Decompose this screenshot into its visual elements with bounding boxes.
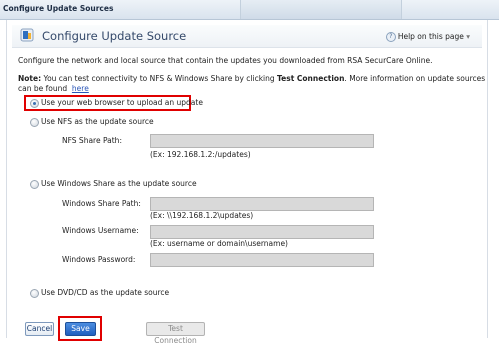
dvd-option-label[interactable]: Use DVD/CD as the update source <box>41 288 169 297</box>
page-header: Configure Update Source ? Help on this pa… <box>12 25 482 48</box>
note-test-connection-bold: Test Connection <box>277 74 345 83</box>
test-connection-button[interactable]: Test Connection <box>146 322 205 345</box>
save-button[interactable]: Save <box>65 322 96 336</box>
windows-share-path-label: Windows Share Path: <box>62 199 141 208</box>
windows-username-hint: (Ex: username or domain\username) <box>150 239 288 248</box>
window-titlebar: Configure Update Sources <box>0 0 499 20</box>
note-label: Note: <box>18 74 42 83</box>
nfs-share-path-label: NFS Share Path: <box>62 136 122 145</box>
cancel-button[interactable]: Cancel <box>25 322 54 336</box>
browser-option-label[interactable]: Use your web browser to upload an update <box>41 98 203 107</box>
windows-username-input[interactable] <box>150 225 374 239</box>
windows-password-label: Windows Password: <box>62 255 136 264</box>
nfs-share-path-hint: (Ex: 192.168.1.2:/updates) <box>150 150 251 159</box>
windows-share-path-input[interactable] <box>150 197 374 211</box>
help-label: Help on this page <box>397 32 464 41</box>
dvd-radio[interactable] <box>30 289 39 298</box>
windows-username-label: Windows Username: <box>62 226 139 235</box>
windows-password-input[interactable] <box>150 253 374 267</box>
titlebar-tab <box>240 0 402 19</box>
nfs-option-label[interactable]: Use NFS as the update source <box>41 117 154 126</box>
windows-option-label[interactable]: Use Windows Share as the update source <box>41 179 197 188</box>
page-title: Configure Update Source <box>42 29 187 43</box>
update-source-icon <box>20 28 34 42</box>
note-text-2: . More information on update sources <box>344 74 486 83</box>
windows-share-path-hint: (Ex: \\192.168.1.2\updates) <box>150 211 254 220</box>
note-line-1: Note: You can test connectivity to NFS &… <box>18 74 485 83</box>
chevron-down-icon: ▾ <box>466 32 470 41</box>
browser-radio[interactable] <box>30 99 39 108</box>
note-line-2: can be found here <box>18 84 89 93</box>
help-icon: ? <box>385 32 396 42</box>
window-title: Configure Update Sources <box>3 4 114 13</box>
note-line2-text: can be found <box>18 84 68 93</box>
help-link[interactable]: ? Help on this page ▾ <box>385 32 470 42</box>
note-text-1: You can test connectivity to NFS & Windo… <box>43 74 275 83</box>
description-text: Configure the network and local source t… <box>18 56 433 65</box>
here-link[interactable]: here <box>72 84 89 93</box>
nfs-share-path-input[interactable] <box>150 134 374 148</box>
nfs-radio[interactable] <box>30 118 39 127</box>
windows-radio[interactable] <box>30 180 39 189</box>
